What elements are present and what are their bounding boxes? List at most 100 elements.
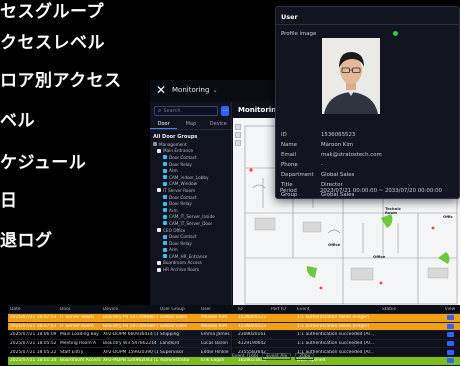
zoom-out-button[interactable] [235, 132, 241, 138]
tab-device[interactable]: Device [205, 120, 232, 129]
video-view-icon[interactable] [446, 341, 454, 347]
svg-text:Offic: Offic [443, 214, 453, 219]
table-cell: 2025/07/21 18:05:22 [10, 349, 57, 355]
table-row[interactable]: 2025/07/21 18:07:53 IT Server Room BioEntr… [8, 314, 460, 323]
size-filter-select[interactable]: 20px [295, 353, 315, 360]
menu-item-level[interactable]: ベル [0, 106, 35, 131]
col-door[interactable]: Door [58, 307, 101, 312]
table-cell: 1:1 authentication succeeded (Ar... [297, 332, 375, 338]
event-count: (166) [246, 354, 259, 359]
tree-item[interactable]: Door Contact [153, 233, 231, 240]
tree-item[interactable]: Boardroom Access [153, 260, 231, 267]
tree-item[interactable]: Door Relay [153, 200, 231, 207]
table-cell: 2025/07/21 18:07:43 [10, 323, 57, 329]
tree-item-label: CAM_Window [169, 181, 198, 187]
field-id: ID 1536065523 [281, 132, 356, 138]
tree-item-icon [163, 214, 167, 219]
tree-item-label: HR Archive Room [163, 267, 200, 273]
tree-item[interactable]: CAM_IT_Server_Door [153, 220, 231, 227]
tree-item[interactable]: Door Relay [153, 161, 231, 168]
table-row[interactable]: 2025/07/21 18:07:43 IT Server Room BioEntr… [8, 322, 460, 332]
table-cell: Meeting Room A [60, 341, 96, 347]
table-cell [438, 341, 460, 347]
tree-item[interactable]: IT Server Room [153, 187, 231, 194]
user-detail-popup: User Profile image ID 1536065523 Name Maro… [275, 6, 460, 199]
table-cell: Maroon Kim [201, 315, 228, 321]
video-view-icon[interactable] [446, 315, 454, 321]
tree-item[interactable]: CAM_Window [153, 181, 231, 188]
table-cell: 2309020161 [238, 332, 266, 338]
tree-item-label: Arm [169, 168, 178, 174]
table-cell: XP2-DOPM 660936414 (192...) [103, 332, 158, 338]
table-cell: Global Sales [160, 315, 188, 321]
tree-item-label: CAM_IT_Server_Door [169, 220, 213, 226]
tree-item[interactable]: CEO Office [153, 227, 231, 234]
table-cell: 1536065523 [238, 323, 266, 329]
sidebar-tabs: Door Map Device [150, 120, 232, 130]
menu-item-holiday[interactable]: 日 [0, 186, 18, 211]
col-view[interactable]: View [438, 307, 460, 312]
tree-item-label: CEO Office [163, 227, 186, 233]
tree-item[interactable]: Door Contact [153, 154, 231, 161]
tree-item[interactable]: CAM_IT_Server_Inside [153, 214, 231, 221]
menu-item-exit-log[interactable]: 退ログ [0, 226, 53, 251]
col-port-id[interactable]: Port ID [269, 307, 295, 312]
col-date[interactable]: Date [8, 307, 58, 312]
zoom-in-button[interactable] [235, 124, 241, 130]
menu-item-floor-access[interactable]: ロア別アクセス [0, 66, 122, 91]
menu-item-access-group[interactable]: セスグループ [0, 0, 104, 22]
video-view-icon[interactable] [446, 332, 454, 338]
tree-item-icon [163, 234, 167, 239]
tree-item-label: Management [159, 141, 187, 147]
col-device[interactable]: Device [101, 307, 158, 312]
col-user-group[interactable]: User Group [158, 307, 199, 312]
svg-text:Office: Office [328, 242, 341, 247]
fit-button[interactable] [235, 140, 241, 146]
tree-item-icon [163, 208, 167, 213]
more-options-button[interactable]: ⋯ [221, 106, 229, 116]
tree-item-icon [153, 142, 157, 147]
menu-item-schedule[interactable]: ケジュール [0, 148, 86, 173]
tree-header[interactable]: All Door Groups [153, 133, 231, 141]
event-filter-select[interactable]: Event Ale [262, 353, 292, 360]
table-cell: 2025/07/21 18:01:20 [10, 358, 57, 364]
search-input[interactable] [163, 108, 214, 114]
tree-item-icon [163, 254, 167, 259]
table-cell: Boardroom Access [60, 358, 101, 364]
search-box[interactable]: ⌕ [154, 106, 218, 116]
table-cell: IT Server Room [60, 315, 94, 321]
tree-item[interactable]: Arm [153, 247, 231, 254]
table-cell: 4129190642 [238, 341, 266, 347]
door-tree: All Door Groups Management Main Entrance D… [153, 133, 231, 273]
table-cell [438, 332, 460, 338]
table-cell: XP2-DOPM 159920390 (192...) [103, 349, 158, 355]
col-status[interactable]: Status [380, 307, 438, 312]
tree-item[interactable]: CAM_HR_Entrance [153, 253, 231, 260]
field-name: Name Maroon Kim [281, 142, 354, 148]
tree-item[interactable]: Door Contact [153, 194, 231, 201]
app-logo-icon: ✕ [156, 83, 167, 97]
tree-item[interactable]: Arm [153, 207, 231, 214]
chevron-down-icon[interactable]: ⌄ [212, 87, 217, 94]
menu-item-access-level[interactable]: クセスレベル [0, 28, 105, 53]
tree-item[interactable]: Arm [153, 167, 231, 174]
table-row[interactable]: 2025/07/21 18:05:52 Meeting Room A BioEntr… [8, 340, 460, 349]
tree-item[interactable]: HR Archive Room [153, 266, 231, 273]
tab-door[interactable]: Door [150, 120, 178, 129]
tree-item[interactable]: Main Entrance [153, 148, 231, 155]
popup-title: User [281, 13, 298, 21]
tree-item-icon [163, 201, 167, 206]
tab-map[interactable]: Map [177, 120, 204, 129]
video-view-icon[interactable] [446, 323, 454, 329]
table-cell: BioEntry P2 547204680 (192...) [103, 315, 158, 321]
field-phone: Phone - [281, 162, 323, 168]
svg-text:Office: Office [373, 254, 386, 259]
tree-item[interactable]: CAM_indoor_Lobby [153, 174, 231, 181]
col-id[interactable]: ID [236, 307, 269, 312]
table-row[interactable]: 2025/07/21 18:06:09 Main Loading Bay XP2-D… [8, 331, 460, 340]
tree-item-icon [163, 241, 167, 246]
tree-item[interactable]: Management [153, 141, 231, 148]
col-user[interactable]: User [199, 307, 236, 312]
tree-item[interactable]: Door Relay [153, 240, 231, 247]
col-event[interactable]: Event [295, 307, 380, 312]
